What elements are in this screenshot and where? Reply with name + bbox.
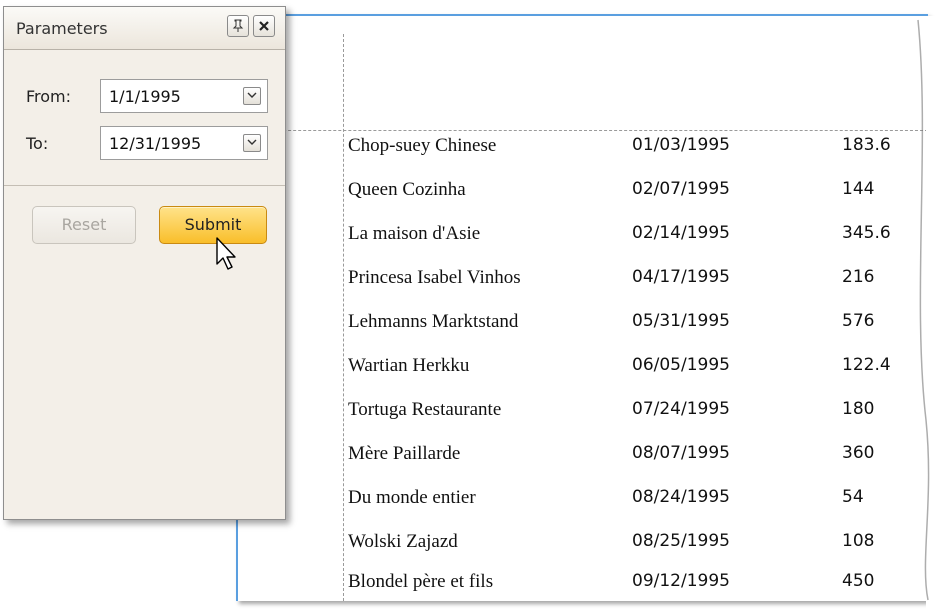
order-amount: 144 [842,179,875,199]
chevron-down-icon[interactable] [243,134,261,152]
customer-name: Princesa Isabel Vinhos [348,267,521,288]
table-row: Wolski Zajazd 08/25/1995 108 [348,531,908,575]
to-label: To: [26,134,49,153]
order-amount: 108 [842,531,875,551]
table-row: Du monde entier 08/24/1995 54 [348,487,908,531]
order-date: 02/14/1995 [632,223,730,243]
customer-name: Wolski Zajazd [348,531,458,552]
to-date-field[interactable]: 12/31/1995 [100,126,268,160]
reset-button[interactable]: Reset [32,206,136,244]
order-date: 08/24/1995 [632,487,730,507]
order-date: 09/12/1995 [632,571,730,591]
table-row: Tortuga Restaurante 07/24/1995 180 [348,399,908,443]
order-date: 05/31/1995 [632,311,730,331]
from-label: From: [26,87,72,106]
order-date: 01/03/1995 [632,135,730,155]
panel-divider [4,185,285,186]
parameters-panel: Parameters From: 1/1/1995 To: 12/31/1995… [3,6,286,520]
margin-guide-horizontal [238,130,928,131]
to-date-value: 12/31/1995 [109,134,202,153]
panel-header: Parameters [4,7,285,50]
table-row: Chop-suey Chinese 01/03/1995 183.6 [348,135,908,179]
order-amount: 216 [842,267,875,287]
customer-name: Tortuga Restaurante [348,399,502,420]
order-amount: 450 [842,571,875,591]
table-row: Wartian Herkku 06/05/1995 122.4 [348,355,908,399]
table-row: Mère Paillarde 08/07/1995 360 [348,443,908,487]
order-date: 02/07/1995 [632,179,730,199]
pin-icon[interactable] [227,15,249,37]
order-amount: 122.4 [842,355,891,375]
order-amount: 183.6 [842,135,891,155]
order-date: 07/24/1995 [632,399,730,419]
customer-name: La maison d'Asie [348,223,481,244]
panel-title: Parameters [16,19,108,38]
order-amount: 54 [842,487,864,507]
from-date-field[interactable]: 1/1/1995 [100,79,268,113]
mouse-cursor-icon [216,237,236,270]
customer-name: Lehmanns Marktstand [348,311,519,332]
order-date: 04/17/1995 [632,267,730,287]
customer-name: Chop-suey Chinese [348,135,497,156]
customer-name: Mère Paillarde [348,443,461,464]
table-row: Lehmanns Marktstand 05/31/1995 576 [348,311,908,355]
customer-name: Du monde entier [348,487,476,508]
order-amount: 360 [842,443,875,463]
order-amount: 345.6 [842,223,891,243]
margin-guide-vertical [343,34,344,601]
customer-name: Blondel père et fils [348,571,494,592]
customer-name: Wartian Herkku [348,355,470,376]
table-row: Queen Cozinha 02/07/1995 144 [348,179,908,223]
order-amount: 576 [842,311,875,331]
close-icon[interactable] [253,15,275,37]
customer-name: Queen Cozinha [348,179,466,200]
report-page: Chop-suey Chinese 01/03/1995 183.6 Queen… [236,14,928,601]
chevron-down-icon[interactable] [243,87,261,105]
order-date: 08/25/1995 [632,531,730,551]
order-date: 08/07/1995 [632,443,730,463]
from-date-value: 1/1/1995 [109,87,181,106]
table-row: Blondel père et fils 09/12/1995 450 [348,571,908,615]
order-amount: 180 [842,399,875,419]
submit-button[interactable]: Submit [159,206,267,244]
order-date: 06/05/1995 [632,355,730,375]
table-row: La maison d'Asie 02/14/1995 345.6 [348,223,908,267]
table-row: Princesa Isabel Vinhos 04/17/1995 216 [348,267,908,311]
